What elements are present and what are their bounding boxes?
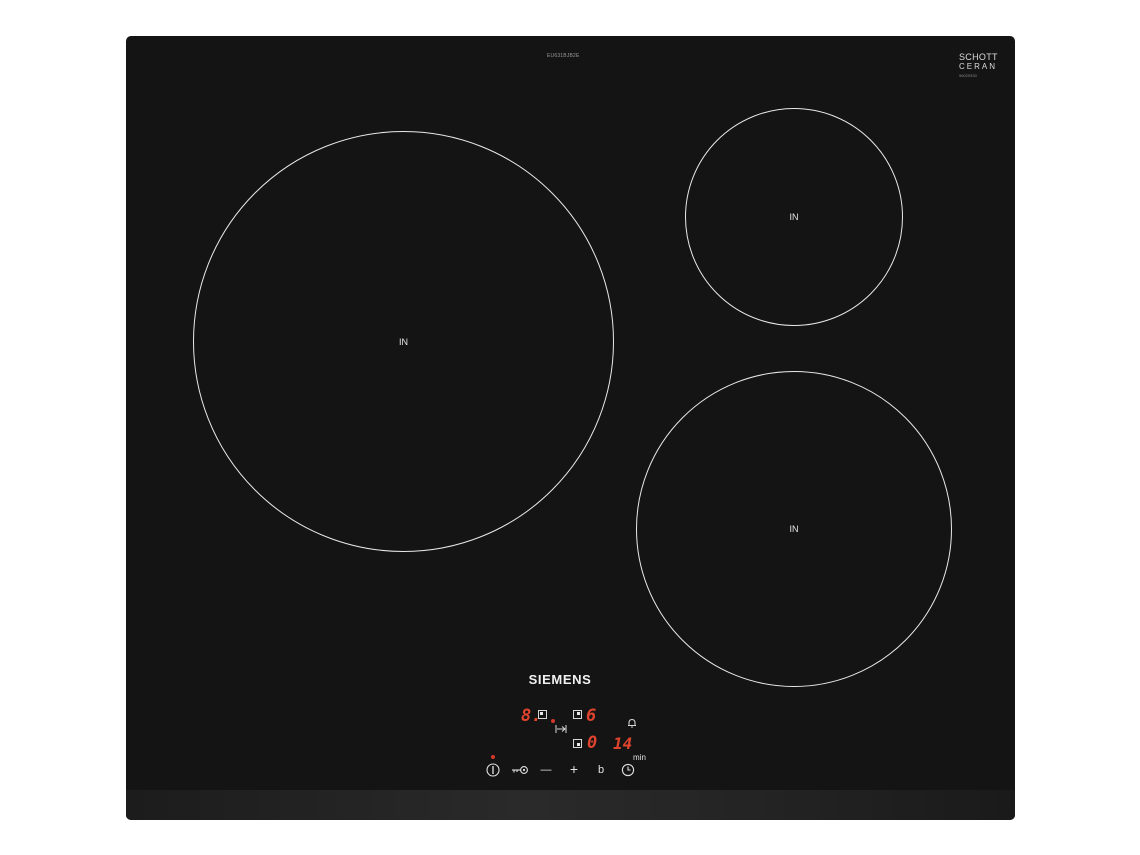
zone-label: IN xyxy=(789,524,799,534)
timer-unit-label: min xyxy=(633,753,646,762)
glass-brand-code: 96029330 xyxy=(959,73,977,78)
timer-zone-display: 0 xyxy=(587,733,598,753)
glass-brand-line1: SCHOTT xyxy=(959,52,998,62)
minus-button[interactable]: — xyxy=(539,765,553,776)
brand-logo: SIEMENS xyxy=(528,672,592,687)
cooking-zone-medium-bottom-right: IN xyxy=(636,371,952,687)
power-icon[interactable] xyxy=(486,763,500,777)
zone-select-left-icon[interactable] xyxy=(538,710,547,719)
zone-select-bottom-right-icon[interactable] xyxy=(573,739,582,748)
zone-select-top-right-icon[interactable] xyxy=(573,710,582,719)
zone-link-icon xyxy=(555,725,567,733)
boost-button[interactable]: b xyxy=(595,765,607,776)
zone-active-indicator xyxy=(551,719,555,723)
cooking-zone-large-left: IN xyxy=(193,131,614,552)
zone-label: IN xyxy=(789,212,799,222)
power-indicator-dot xyxy=(491,755,495,759)
induction-hob: EU631BJB2E SCHOTT CERAN 96029330 IN IN I… xyxy=(126,36,1015,820)
timer-minutes-display: 14 xyxy=(613,734,633,753)
hob-front-edge xyxy=(126,790,1015,820)
zone-right-power-display: 6 xyxy=(586,706,597,726)
clock-icon[interactable] xyxy=(621,763,635,777)
cooking-zone-small-top-right: IN xyxy=(685,108,903,326)
zone-label: IN xyxy=(399,336,408,347)
glass-brand-logo: SCHOTT CERAN 96029330 xyxy=(959,53,1001,79)
bell-icon xyxy=(628,718,636,728)
model-number: EU631BJB2E xyxy=(547,53,580,59)
glass-brand-line2: CERAN xyxy=(959,62,998,71)
plus-button[interactable]: + xyxy=(567,762,581,776)
key-icon[interactable] xyxy=(511,765,529,775)
